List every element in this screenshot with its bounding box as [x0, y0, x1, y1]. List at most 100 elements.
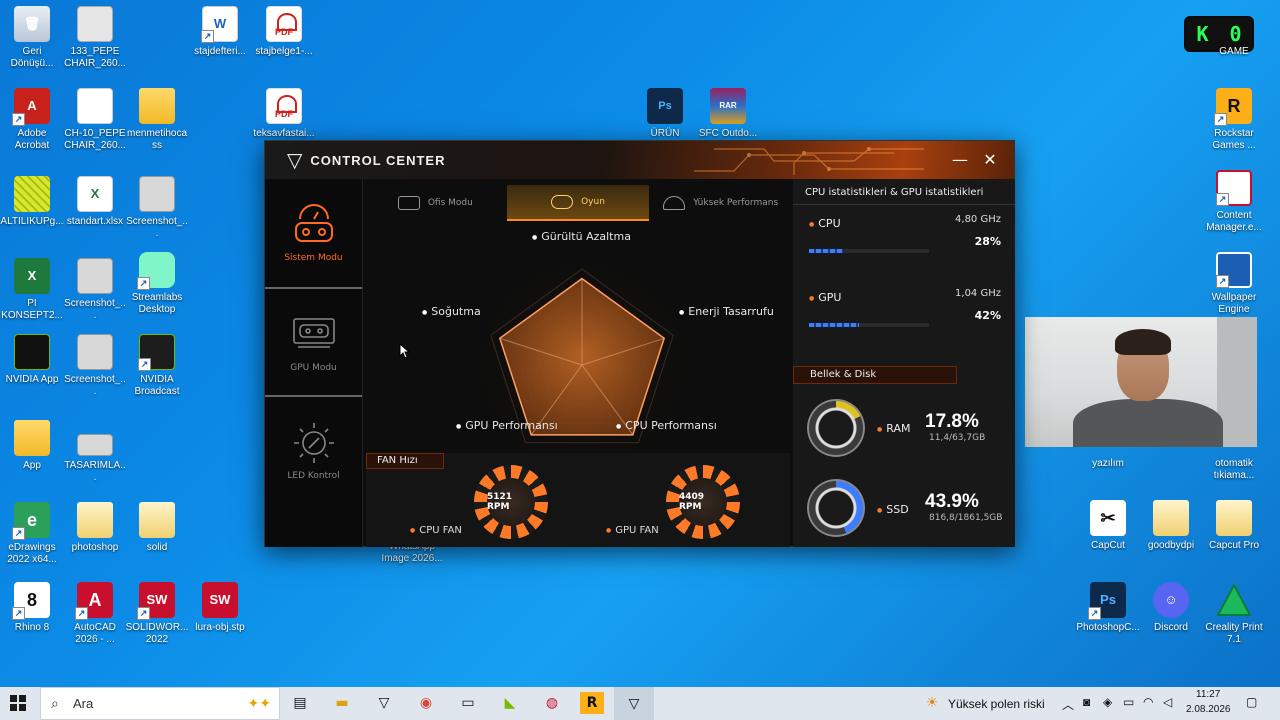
- chrome-icon[interactable]: ◉: [414, 692, 438, 714]
- photoshop-file-icon: Ps: [647, 88, 683, 124]
- window-title-bar[interactable]: ▽ CONTROL CENTER — ✕: [265, 141, 1014, 179]
- weather-status[interactable]: Yüksek polen riski: [948, 697, 1045, 711]
- desktop-icon-urun[interactable]: Ps ÜRÜN: [633, 88, 697, 140]
- desktop-icon-screenshot-1[interactable]: Screenshot_...: [125, 176, 189, 240]
- wifi-icon[interactable]: ◠: [1143, 695, 1153, 709]
- image-file-icon: [77, 434, 113, 456]
- ram-label: RAM: [877, 422, 910, 435]
- ssd-usage-percent: 43.9%: [925, 491, 979, 512]
- taskbar-search[interactable]: ⌕ Ara ✦✦: [40, 687, 280, 720]
- icon-label: Creality Print 7.1: [1205, 622, 1263, 645]
- nvidia-icon: [14, 334, 50, 370]
- desktop-icon-sfc-outdo[interactable]: RAR SFC Outdo...: [696, 88, 760, 140]
- icon-label: Streamlabs Desktop: [131, 292, 183, 315]
- icon-label: TASARIMLA...: [64, 460, 126, 483]
- gpu-fan-rpm: 4409 RPM: [679, 478, 727, 526]
- rockstar-icon: R: [1214, 88, 1252, 126]
- fan-panel-title: FAN Hızı: [366, 453, 444, 469]
- tab-game-mode[interactable]: Oyun: [506, 185, 650, 221]
- icon-label: solid: [146, 542, 168, 553]
- desktop-icon-rockstar[interactable]: R Rockstar Games ...: [1202, 88, 1266, 152]
- desktop-icon-tasarimla[interactable]: TASARIMLA...: [63, 420, 127, 484]
- webcam-overlay: [1025, 317, 1257, 447]
- desktop-icon-otomatik[interactable]: otomatik tıkiama...: [1202, 458, 1266, 482]
- desktop-icon-app[interactable]: App: [0, 420, 64, 472]
- desktop-icon-rhino[interactable]: 8 Rhino 8: [0, 582, 64, 634]
- desktop-icon-teksavfastai[interactable]: PDF teksavfastai...: [252, 88, 316, 140]
- desktop-icon-screenshot-2[interactable]: Screenshot_...: [63, 258, 127, 322]
- nvidia-broadcast-taskbar-icon[interactable]: ◣: [498, 692, 522, 714]
- desktop-icon-solidworks[interactable]: SW SOLIDWOR... 2022: [125, 582, 189, 646]
- mode-gpu[interactable]: GPU Modu: [265, 289, 362, 395]
- desktop-icon-wallpaper-engine[interactable]: Wallpaper Engine: [1202, 252, 1266, 316]
- tab-high-performance[interactable]: Yüksek Performans: [649, 185, 792, 221]
- desktop-icon-adobe-acrobat[interactable]: A Adobe Acrobat: [0, 88, 64, 152]
- rockstar-taskbar-icon[interactable]: R: [580, 692, 604, 714]
- edrawings-icon: e: [12, 502, 50, 540]
- desktop-icon-menmetihoca[interactable]: menmetihoca ss: [125, 88, 189, 152]
- desktop-icon-photoshop-cc[interactable]: Ps PhotoshopC...: [1076, 582, 1140, 634]
- desktop-icon-capcut[interactable]: ✂ CapCut: [1076, 500, 1140, 552]
- image-file-icon: [77, 258, 113, 294]
- volume-icon[interactable]: ◁: [1163, 695, 1172, 709]
- icon-label: ÜRÜN: [650, 128, 680, 139]
- minimize-button[interactable]: —: [949, 149, 971, 171]
- grid-model-icon: [14, 176, 50, 212]
- desktop-icon-recycle-bin[interactable]: 🗑 Geri Dönüşü...: [0, 6, 64, 70]
- close-button[interactable]: ✕: [979, 149, 1001, 171]
- terminal-icon[interactable]: ▭: [456, 692, 480, 714]
- desktop-icon-standart-xlsx[interactable]: X standart.xlsx: [63, 176, 127, 228]
- battery-icon[interactable]: ▭: [1123, 695, 1134, 709]
- excel-icon: X: [77, 176, 113, 212]
- mode-led[interactable]: LED Kontrol: [265, 397, 362, 503]
- desktop-icon-pepe-chair[interactable]: 133_PEPE CHAIR_260...: [63, 6, 127, 70]
- desktop-icon-autocad[interactable]: A AutoCAD 2026 - ...: [63, 582, 127, 646]
- mode-system[interactable]: Sistem Modu: [265, 179, 362, 285]
- tray-chevron-icon[interactable]: ︿: [1062, 696, 1074, 713]
- desktop-icon-edrawings[interactable]: e eDrawings 2022 x64...: [0, 502, 64, 566]
- desktop-icon-content-manager[interactable]: Content Manager.e...: [1202, 170, 1266, 234]
- desktop-icon-goodbydpi[interactable]: goodbydpi: [1139, 500, 1203, 552]
- task-view-icon[interactable]: ▤: [288, 692, 312, 714]
- desktop-icon-altilikup[interactable]: ALTILIKUPg...: [0, 176, 64, 228]
- icon-label: 133_PEPE CHAIR_260...: [64, 46, 126, 69]
- tray-app-icon[interactable]: ◙: [1083, 695, 1090, 709]
- control-center-window[interactable]: ▽ CONTROL CENTER — ✕ Sistem Modu GPU Mod…: [264, 140, 1015, 547]
- tray-app-icon-2[interactable]: ◈: [1103, 695, 1112, 709]
- control-center-taskbar-icon[interactable]: ▽: [372, 692, 396, 714]
- desktop-icon-stajdefteri[interactable]: W stajdefteri...: [188, 6, 252, 58]
- desktop-icon-game[interactable]: GAME: [1202, 46, 1266, 58]
- desktop-icon-lura-obj[interactable]: SW lura-obj.stp: [188, 582, 252, 634]
- webcam-person-hair: [1115, 329, 1171, 355]
- stats-panel: CPU istatistikleri & GPU istatistikleri …: [793, 179, 1015, 547]
- icon-label: Capcut Pro: [1208, 540, 1260, 551]
- recording-app-icon[interactable]: ◍: [540, 692, 564, 714]
- desktop-icon-streamlabs[interactable]: Streamlabs Desktop: [125, 252, 189, 316]
- desktop-icon-pi-konsept[interactable]: X PI KONSEPT2...: [0, 258, 64, 322]
- desktop-icon-creality[interactable]: Creality Print 7.1: [1202, 582, 1266, 646]
- clock-time[interactable]: 11:27: [1196, 689, 1220, 700]
- desktop-icon-nvidia-app[interactable]: NVIDIA App: [0, 334, 64, 386]
- desktop-icon-solid[interactable]: solid: [125, 502, 189, 554]
- mode-label: Sistem Modu: [284, 253, 343, 263]
- notification-icon[interactable]: ▢: [1246, 695, 1257, 709]
- tab-office-mode[interactable]: Ofis Modu: [364, 185, 507, 221]
- desktop-icon-stajbelge[interactable]: PDF stajbelge1-...: [252, 6, 316, 58]
- start-button[interactable]: [10, 695, 26, 711]
- blank-file-icon: [77, 88, 113, 124]
- cpu-frequency: 4,80 GHz: [955, 214, 1001, 225]
- desktop-icon-photoshop-folder[interactable]: photoshop: [63, 502, 127, 554]
- excel-icon: X: [14, 258, 50, 294]
- clock-date[interactable]: 2.08.2026: [1186, 704, 1231, 715]
- desktop-icon-yazilim[interactable]: yazılım: [1076, 458, 1140, 470]
- desktop-icon-capcut-pro[interactable]: Capcut Pro: [1202, 500, 1266, 552]
- desktop-icon-screenshot-3[interactable]: Screenshot_...: [63, 334, 127, 398]
- file-explorer-icon[interactable]: ▬: [330, 692, 354, 714]
- profile-tabs: Ofis Modu Oyun Yüksek Performans: [364, 185, 792, 221]
- gpu-usage-fill: [809, 323, 860, 327]
- desktop-icon-nvidia-broadcast[interactable]: NVIDIA Broadcast: [125, 334, 189, 398]
- desktop-icon-ch10[interactable]: CH-10_PEPE CHAIR_260...: [63, 88, 127, 152]
- control-center-active-taskbar-icon[interactable]: ▽: [614, 687, 654, 720]
- pdf-icon: PDF: [266, 88, 302, 124]
- desktop-icon-discord[interactable]: ☺ Discord: [1139, 582, 1203, 634]
